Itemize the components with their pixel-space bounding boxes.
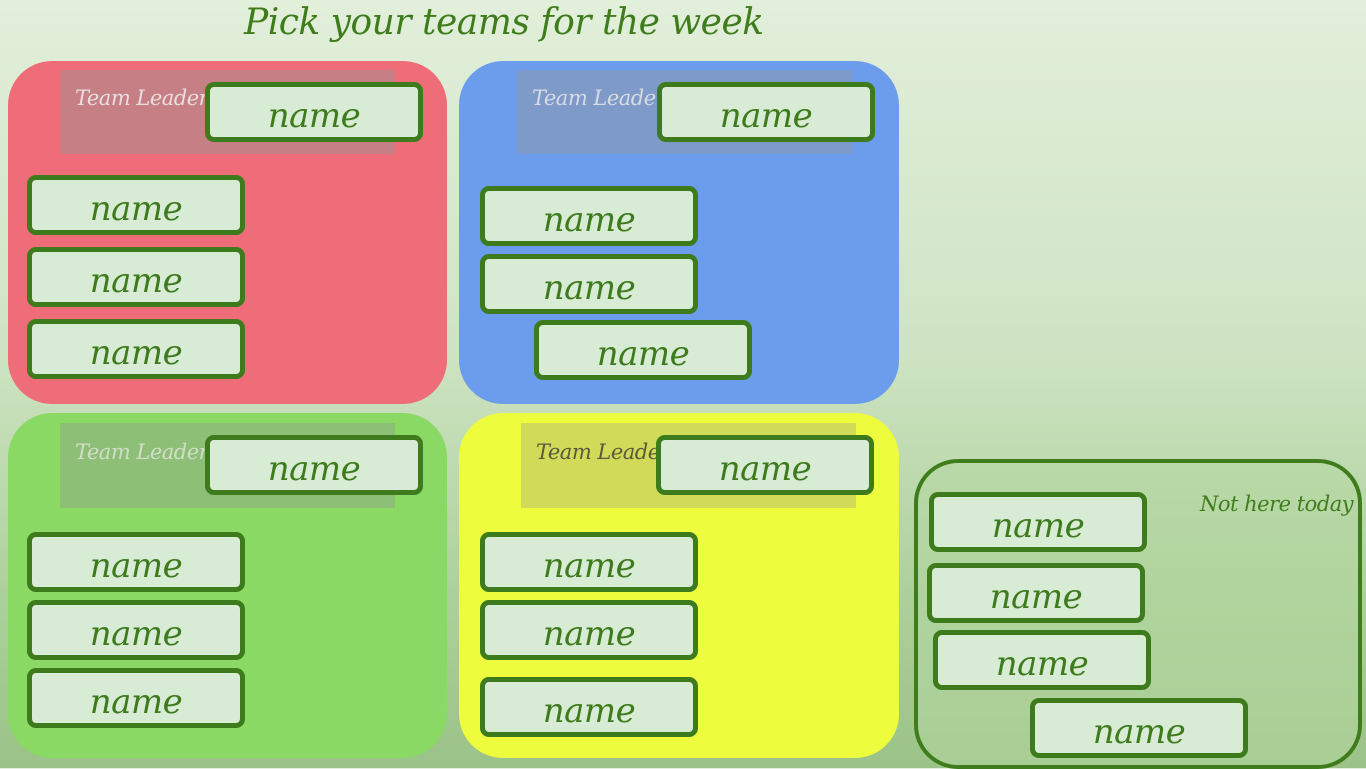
absent-member-card-1[interactable]: name [929, 492, 1147, 552]
team-red-leader-label: Team Leader [75, 86, 209, 110]
team-blue-member-card-3[interactable]: name [534, 320, 752, 380]
name-card-label: name [89, 682, 183, 722]
name-card-label: name [89, 261, 183, 301]
name-card-label: name [991, 506, 1085, 546]
team-green-leader-name-card[interactable]: name [205, 435, 423, 495]
absent-member-card-3[interactable]: name [933, 630, 1151, 690]
team-yellow-member-card-2[interactable]: name [480, 600, 698, 660]
team-red-member-card-3[interactable]: name [27, 319, 245, 379]
team-green-member-card-3[interactable]: name [27, 668, 245, 728]
team-yellow-leader-label: Team Leader [536, 440, 670, 464]
name-card-label: name [89, 614, 183, 654]
name-card-label: name [542, 546, 636, 586]
team-blue-leader-name-card[interactable]: name [657, 82, 875, 142]
name-card-label: name [267, 449, 361, 489]
name-card-label: name [542, 691, 636, 731]
team-yellow-member-card-3[interactable]: name [480, 677, 698, 737]
page-title: Pick your teams for the week [244, 2, 764, 43]
name-card-label: name [89, 546, 183, 586]
name-card-label: name [989, 577, 1083, 617]
name-card-label: name [89, 189, 183, 229]
team-yellow-member-card-1[interactable]: name [480, 532, 698, 592]
name-card-label: name [596, 334, 690, 374]
team-green-member-card-2[interactable]: name [27, 600, 245, 660]
name-card-label: name [542, 200, 636, 240]
name-card-label: name [718, 449, 812, 489]
name-card-label: name [719, 96, 813, 136]
name-card-label: name [1092, 712, 1186, 752]
absent-zone-label: Not here today [1200, 492, 1354, 516]
absent-member-card-4[interactable]: name [1030, 698, 1248, 758]
name-card-label: name [995, 644, 1089, 684]
name-card-label: name [542, 268, 636, 308]
team-yellow-leader-name-card[interactable]: name [656, 435, 874, 495]
absent-member-card-2[interactable]: name [927, 563, 1145, 623]
team-blue-member-card-1[interactable]: name [480, 186, 698, 246]
team-green-leader-label: Team Leader [75, 440, 209, 464]
team-blue-leader-label: Team Leader [532, 86, 666, 110]
name-card-label: name [267, 96, 361, 136]
name-card-label: name [542, 614, 636, 654]
team-red-member-card-1[interactable]: name [27, 175, 245, 235]
team-red-member-card-2[interactable]: name [27, 247, 245, 307]
name-card-label: name [89, 333, 183, 373]
team-green-member-card-1[interactable]: name [27, 532, 245, 592]
team-red-leader-name-card[interactable]: name [205, 82, 423, 142]
team-blue-member-card-2[interactable]: name [480, 254, 698, 314]
